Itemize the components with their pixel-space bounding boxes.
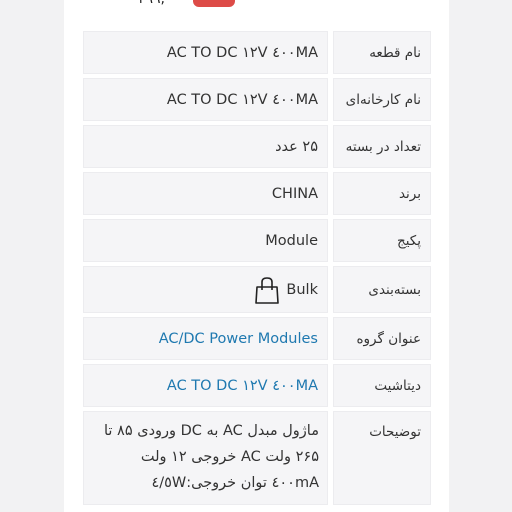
spec-row-datasheet: دیتاشیت AC TO DC ۱۲V ٤٠٠MA (82, 364, 431, 407)
spec-value: Module (83, 219, 328, 262)
spec-value: AC TO DC ۱۲V ٤٠٠MA (83, 78, 328, 121)
spec-value: AC TO DC ۱۲V ٤٠٠MA (83, 31, 328, 74)
spec-label: تعداد در بسته (333, 125, 431, 168)
spec-value-packaging: Bulk (83, 266, 328, 313)
spec-row-brand: برند CHINA (82, 172, 431, 215)
spec-value-text: Bulk (286, 281, 318, 298)
spec-row-group-title: عنوان گروه AC/DC Power Modules (82, 317, 431, 360)
spec-table: نام قطعه AC TO DC ۱۲V ٤٠٠MA نام کارخانه‌… (82, 31, 431, 509)
spec-row-description: توضیحات ماژول مبدل AC به DC ورودی ۸۵ تا … (82, 411, 431, 505)
spec-label: پکیج (333, 219, 431, 262)
spec-label: برند (333, 172, 431, 215)
spec-row-package: پکیج Module (82, 219, 431, 262)
spec-label: نام کارخانه‌ای (333, 78, 431, 121)
spec-value: ۲۵ عدد (83, 125, 328, 168)
datasheet-link[interactable]: AC TO DC ۱۲V ٤٠٠MA (83, 364, 328, 407)
spec-value: CHINA (83, 172, 328, 215)
spec-row-part-name: نام قطعه AC TO DC ۱۲V ٤٠٠MA (82, 31, 431, 74)
spec-row-manufacturer-name: نام کارخانه‌ای AC TO DC ۱۲V ٤٠٠MA (82, 78, 431, 121)
spec-row-packaging: بسته‌بندی Bulk (82, 266, 431, 313)
spec-label: دیتاشیت (333, 364, 431, 407)
spec-label: بسته‌بندی (333, 266, 431, 313)
group-title-link[interactable]: AC/DC Power Modules (83, 317, 328, 360)
spec-label: توضیحات (333, 411, 431, 505)
spec-row-quantity: تعداد در بسته ۲۵ عدد (82, 125, 431, 168)
spec-value-description: ماژول مبدل AC به DC ورودی ۸۵ تا ۲۶۵ ولت … (83, 411, 328, 505)
spec-label: نام قطعه (333, 31, 431, 74)
price-text: ۳۹۹, (138, 0, 165, 7)
shopping-bag-icon (254, 276, 280, 304)
discount-badge[interactable]: ٪ (193, 0, 235, 7)
spec-label: عنوان گروه (333, 317, 431, 360)
